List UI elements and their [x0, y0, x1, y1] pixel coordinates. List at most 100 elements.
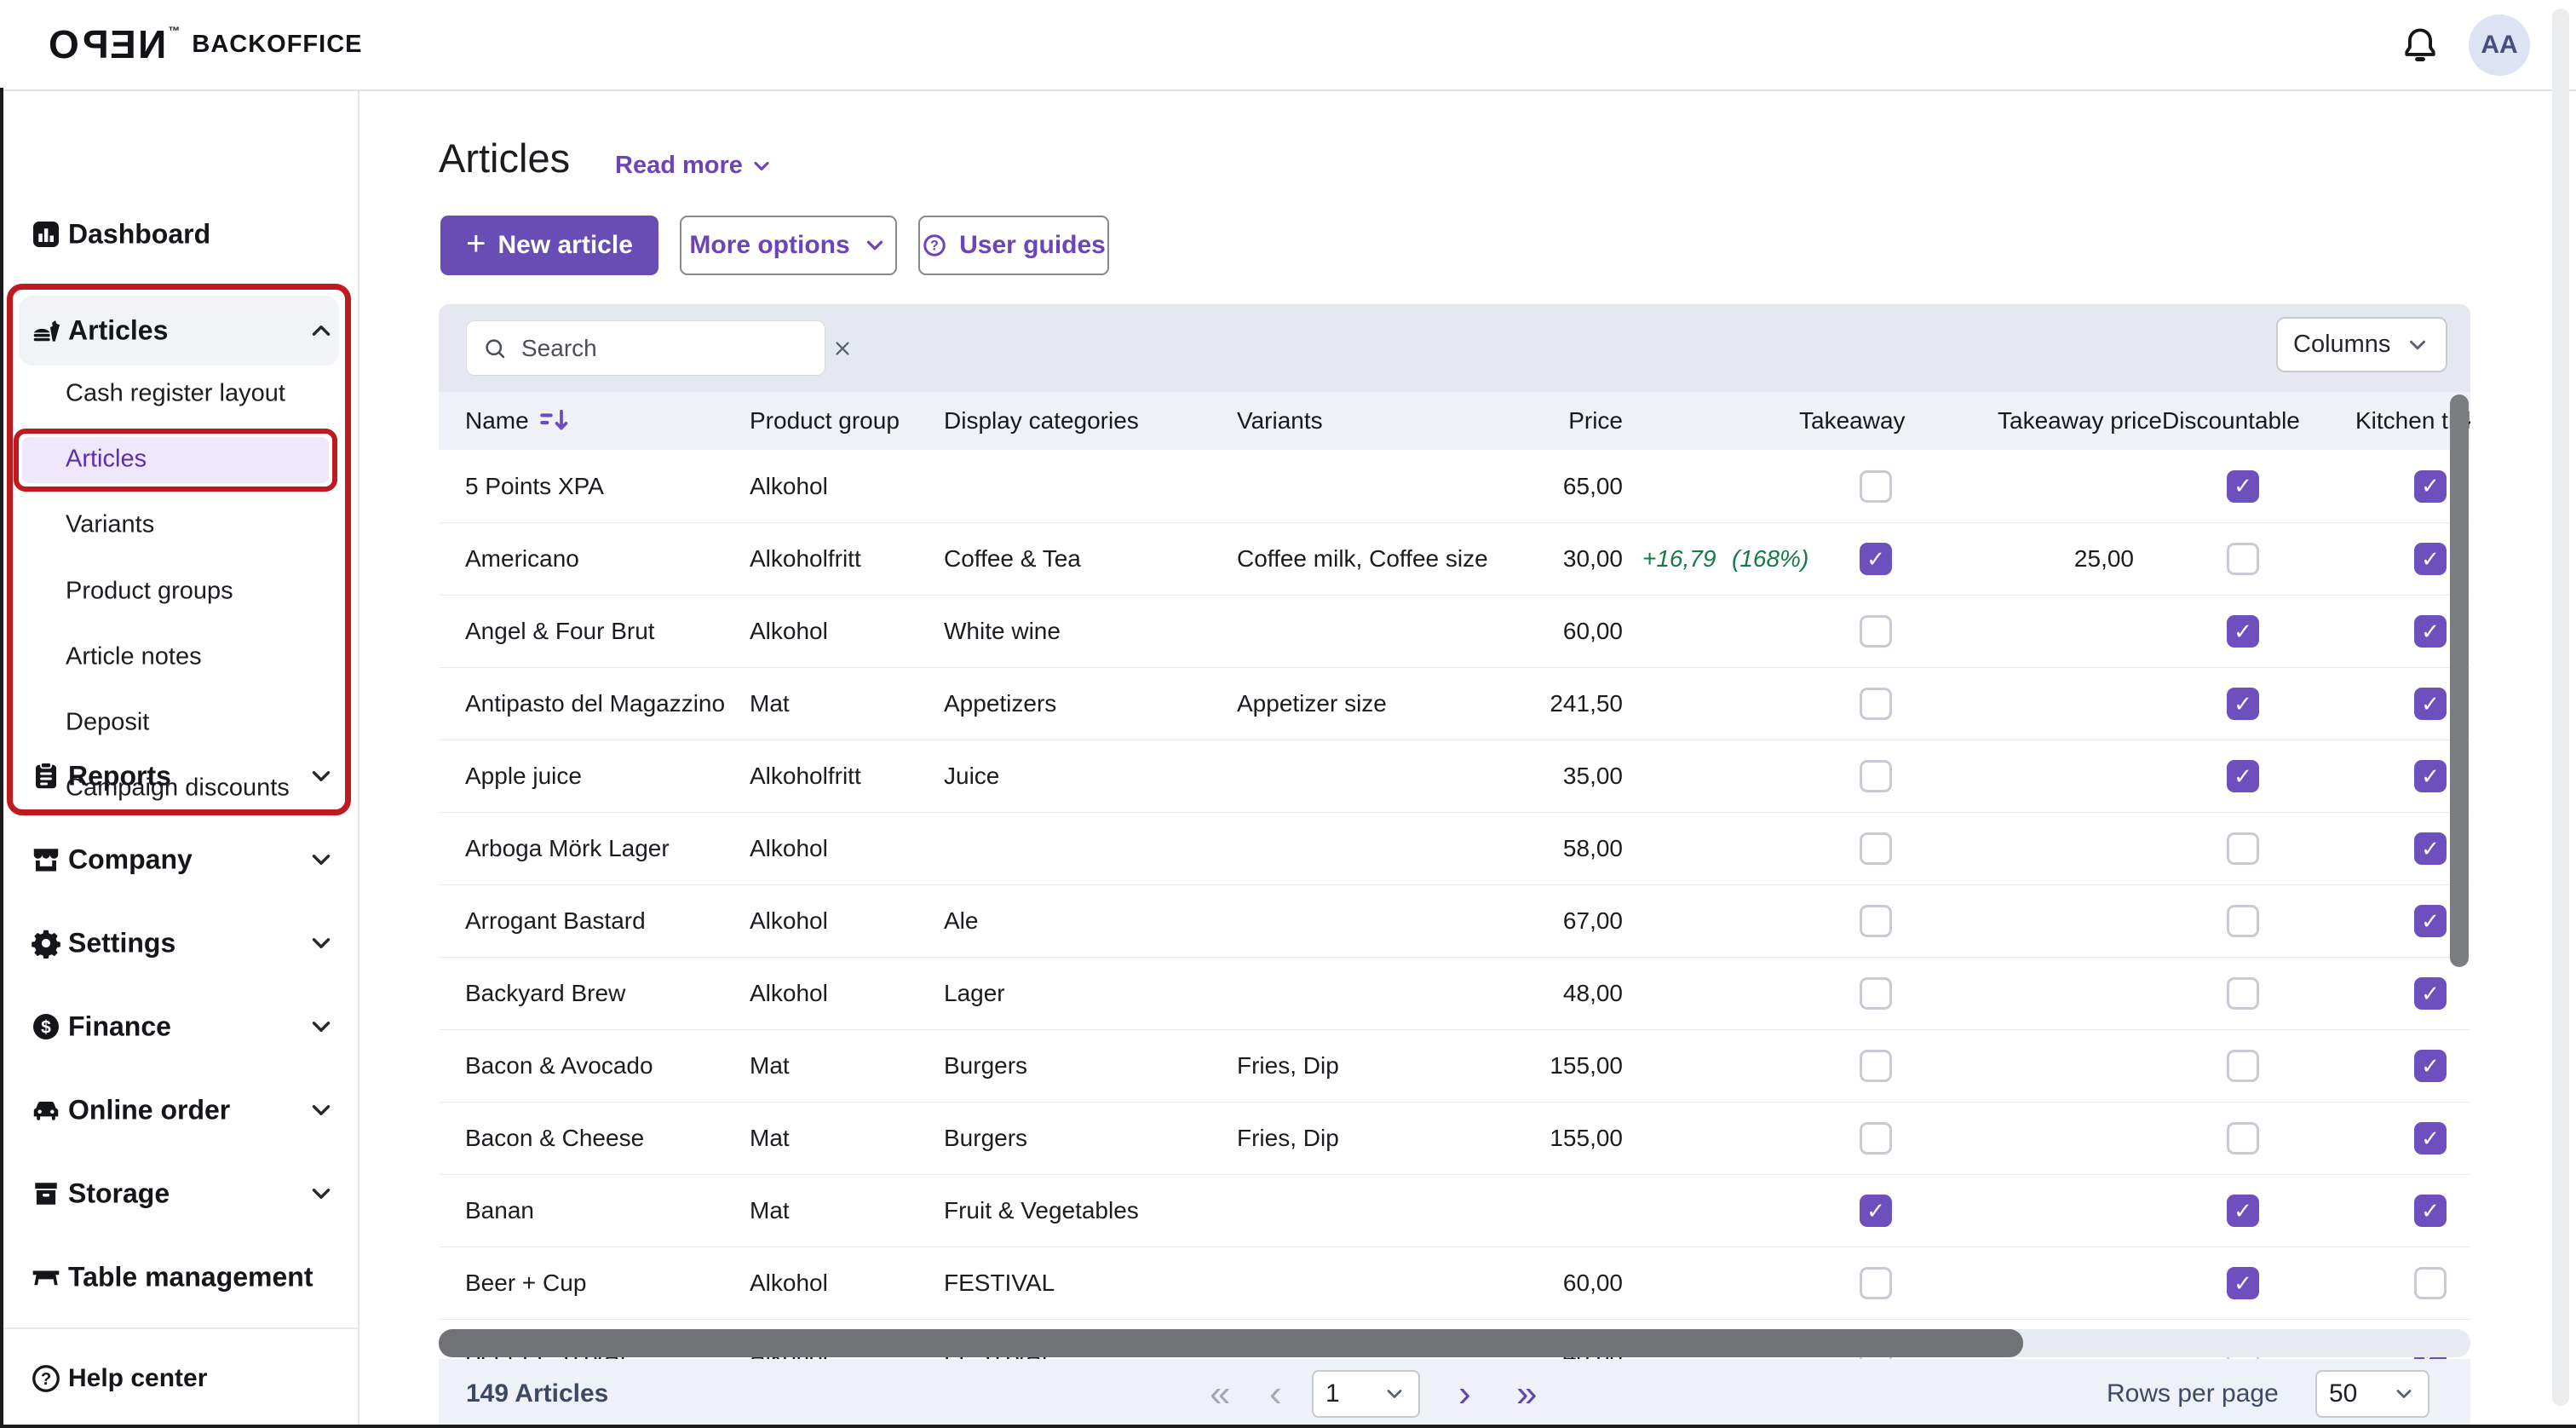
cell-takeaway	[1860, 1030, 1892, 1102]
kitchen-ticket-checkbox[interactable]: ✓	[2414, 1195, 2447, 1227]
kitchen-ticket-checkbox[interactable]: ✓	[2414, 688, 2447, 720]
notifications-bell-icon[interactable]	[2401, 26, 2440, 65]
new-article-button[interactable]: + New article	[440, 216, 658, 275]
rows-per-page-value: 50	[2329, 1379, 2357, 1408]
window-scrollbar[interactable]	[2552, 9, 2569, 1406]
kitchen-ticket-checkbox[interactable]: ✓	[2414, 832, 2447, 865]
column-header-label: Discountable	[2162, 407, 2300, 435]
kitchen-ticket-checkbox[interactable]: ✓	[2414, 760, 2447, 792]
first-page-button[interactable]: «	[1210, 1359, 1230, 1428]
discountable-checkbox[interactable]	[2227, 1122, 2259, 1154]
discountable-checkbox[interactable]	[2227, 905, 2259, 937]
kitchen-ticket-checkbox[interactable]: ✓	[2414, 977, 2447, 1010]
table-row[interactable]: Bacon & AvocadoMatBurgersFries, Dip155,0…	[439, 1029, 2470, 1102]
sidebar-item-article-notes[interactable]: Article notes	[0, 633, 358, 681]
column-header-discountable[interactable]: Discountable	[2162, 392, 2315, 450]
kitchen-ticket-checkbox[interactable]: ✓	[2414, 905, 2447, 937]
sidebar-item-finance[interactable]: $Finance	[0, 1003, 358, 1051]
sidebar-group-articles[interactable]: Articles	[0, 307, 358, 354]
takeaway-checkbox[interactable]: ✓	[1860, 1195, 1892, 1227]
table-row[interactable]: Arboga Mörk LagerAlkohol58,00✓	[439, 812, 2470, 884]
takeaway-checkbox[interactable]	[1860, 977, 1892, 1010]
cell-name: Americano	[465, 523, 738, 595]
kitchen-ticket-checkbox[interactable]: ✓	[2414, 1122, 2447, 1154]
discountable-checkbox[interactable]: ✓	[2227, 470, 2259, 503]
column-header-product-group[interactable]: Product group	[750, 392, 946, 450]
sidebar-item-company[interactable]: Company	[0, 836, 358, 884]
table-row[interactable]: Apple juiceAlkoholfrittJuice35,00✓✓	[439, 740, 2470, 812]
kitchen-ticket-checkbox[interactable]: ✓	[2414, 615, 2447, 648]
clear-search-icon[interactable]	[831, 337, 854, 360]
table-row[interactable]: Antipasto del MagazzinoMatAppetizersAppe…	[439, 667, 2470, 740]
column-header-takeaway-price[interactable]: Takeaway price	[1998, 392, 2168, 450]
column-header-name[interactable]: Name	[465, 392, 738, 450]
last-page-button[interactable]: »	[1516, 1359, 1537, 1428]
discountable-checkbox[interactable]: ✓	[2227, 1195, 2259, 1227]
table-row[interactable]: 5 Points XPAAlkohol65,00✓✓	[439, 450, 2470, 522]
takeaway-checkbox[interactable]	[1860, 832, 1892, 865]
discountable-checkbox[interactable]	[2227, 977, 2259, 1010]
column-header-display-categories[interactable]: Display categories	[944, 392, 1233, 450]
takeaway-checkbox[interactable]	[1860, 905, 1892, 937]
discountable-checkbox[interactable]: ✓	[2227, 615, 2259, 648]
page-select[interactable]: 1	[1312, 1370, 1420, 1418]
takeaway-checkbox[interactable]	[1860, 1050, 1892, 1082]
sort-icon[interactable]	[538, 404, 572, 438]
table-row[interactable]: Backyard BrewAlkoholLager48,00✓	[439, 957, 2470, 1029]
table-row[interactable]: AmericanoAlkoholfrittCoffee & TeaCoffee …	[439, 522, 2470, 595]
cell-price: 60,00	[1444, 596, 1623, 667]
takeaway-checkbox[interactable]	[1860, 470, 1892, 503]
takeaway-checkbox[interactable]	[1860, 615, 1892, 648]
sidebar-item-dashboard[interactable]: Dashboard	[0, 210, 358, 258]
user-guides-button[interactable]: ? User guides	[918, 216, 1109, 275]
table-row[interactable]: Angel & Four BrutAlkoholWhite wine60,00✓…	[439, 595, 2470, 667]
discountable-checkbox[interactable]: ✓	[2227, 760, 2259, 792]
table-row[interactable]: BananMatFruit & Vegetables✓✓✓	[439, 1174, 2470, 1247]
sidebar-item-table-management[interactable]: Table management	[0, 1253, 358, 1301]
table-row[interactable]: Arrogant BastardAlkoholAle67,00✓	[439, 884, 2470, 957]
kitchen-ticket-checkbox[interactable]: ✓	[2414, 1050, 2447, 1082]
discountable-checkbox[interactable]: ✓	[2227, 1267, 2259, 1299]
cell-price: 65,00	[1444, 450, 1623, 522]
sidebar-item-online-order[interactable]: Online order	[0, 1086, 358, 1134]
avatar[interactable]: AA	[2469, 14, 2530, 76]
previous-page-button[interactable]: ‹	[1269, 1359, 1282, 1428]
table-row[interactable]: Beer + CupAlkoholFESTIVAL60,00✓	[439, 1247, 2470, 1319]
takeaway-checkbox[interactable]	[1860, 1267, 1892, 1299]
sidebar-item-settings[interactable]: Settings	[0, 919, 358, 967]
column-header-price[interactable]: Price	[1444, 392, 1623, 450]
cell-takeaway-price	[1972, 1247, 2134, 1319]
discountable-checkbox[interactable]: ✓	[2227, 688, 2259, 720]
sidebar-item-cash-register-layout[interactable]: Cash register layout	[0, 370, 358, 417]
more-options-button[interactable]: More options	[680, 216, 897, 275]
sidebar-item-storage[interactable]: Storage	[0, 1170, 358, 1218]
discountable-checkbox[interactable]	[2227, 543, 2259, 575]
discountable-checkbox[interactable]	[2227, 832, 2259, 865]
kitchen-ticket-checkbox[interactable]: ✓	[2414, 543, 2447, 575]
search-input[interactable]	[520, 334, 831, 363]
vertical-scrollbar[interactable]	[2450, 394, 2469, 967]
takeaway-checkbox[interactable]: ✓	[1860, 543, 1892, 575]
sidebar-item-articles[interactable]: Articles	[0, 435, 358, 483]
sidebar-item-label: Reports	[68, 761, 171, 792]
horizontal-scrollbar-thumb[interactable]	[439, 1329, 2023, 1357]
takeaway-checkbox[interactable]	[1860, 760, 1892, 792]
rows-per-page-select[interactable]: 50	[2315, 1370, 2429, 1418]
horizontal-scrollbar-track[interactable]	[439, 1329, 2470, 1357]
columns-dropdown[interactable]: Columns	[2276, 317, 2447, 372]
column-header-takeaway[interactable]: Takeaway	[1799, 392, 1952, 450]
sidebar-item-variants[interactable]: Variants	[0, 501, 358, 549]
kitchen-ticket-checkbox[interactable]: ✓	[2414, 470, 2447, 503]
table-row[interactable]: Bacon & CheeseMatBurgersFries, Dip155,00…	[439, 1102, 2470, 1174]
discountable-checkbox[interactable]	[2227, 1050, 2259, 1082]
car-icon	[31, 1095, 61, 1126]
read-more-link[interactable]: Read more	[615, 152, 773, 180]
sidebar-item-reports[interactable]: Reports	[0, 752, 358, 800]
sidebar-item-product-groups[interactable]: Product groups	[0, 567, 358, 615]
sidebar-item-deposit[interactable]: Deposit	[0, 699, 358, 746]
kitchen-ticket-checkbox[interactable]	[2414, 1267, 2447, 1299]
sidebar-item-help-center[interactable]: ? Help center	[0, 1355, 358, 1402]
next-page-button[interactable]: ›	[1458, 1359, 1471, 1428]
takeaway-checkbox[interactable]	[1860, 1122, 1892, 1154]
takeaway-checkbox[interactable]	[1860, 688, 1892, 720]
